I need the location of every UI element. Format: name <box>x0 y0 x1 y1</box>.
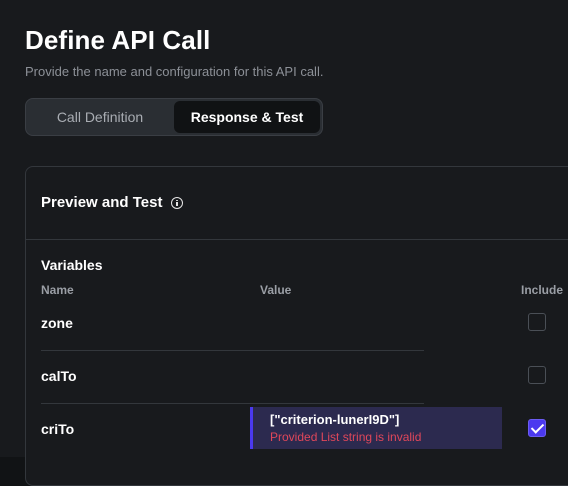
column-header-value: Value <box>260 283 292 297</box>
row-divider <box>41 350 424 351</box>
panel-title: Preview and Test <box>41 194 184 211</box>
divider <box>26 239 568 240</box>
tab-response-and-test[interactable]: Response & Test <box>174 101 320 133</box>
variable-name: calTo <box>41 368 77 384</box>
include-checkbox-calto[interactable] <box>528 366 546 384</box>
page-title: Define API Call <box>25 25 211 55</box>
variable-row-zone: zone <box>26 299 568 351</box>
variable-name: zone <box>41 315 73 331</box>
variable-value-input-crito[interactable]: ["criterion-lunerI9D"] Provided List str… <box>250 407 502 449</box>
variable-value-error: Provided List string is invalid <box>270 430 422 444</box>
define-api-call-dialog: Define API Call Provide the name and con… <box>0 0 568 486</box>
row-divider <box>41 403 424 404</box>
variables-title: Variables <box>41 257 103 273</box>
column-header-include: Include <box>521 283 564 297</box>
panel-title-text: Preview and Test <box>41 194 163 211</box>
include-checkbox-crito[interactable] <box>528 419 546 437</box>
page-subtitle: Provide the name and configuration for t… <box>25 64 324 79</box>
info-icon[interactable] <box>171 196 184 209</box>
tab-call-definition[interactable]: Call Definition <box>28 101 172 133</box>
variable-name: criTo <box>41 421 75 437</box>
variable-row-calto: calTo <box>26 352 568 404</box>
preview-and-test-panel: Preview and Test Variables Name Value In… <box>25 166 568 486</box>
tab-switcher: Call Definition Response & Test <box>25 98 323 136</box>
column-header-name: Name <box>41 283 74 297</box>
variable-value-text: ["criterion-lunerI9D"] <box>270 412 400 427</box>
variable-row-crito: criTo ["criterion-lunerI9D"] Provided Li… <box>26 405 568 457</box>
include-checkbox-zone[interactable] <box>528 313 546 331</box>
